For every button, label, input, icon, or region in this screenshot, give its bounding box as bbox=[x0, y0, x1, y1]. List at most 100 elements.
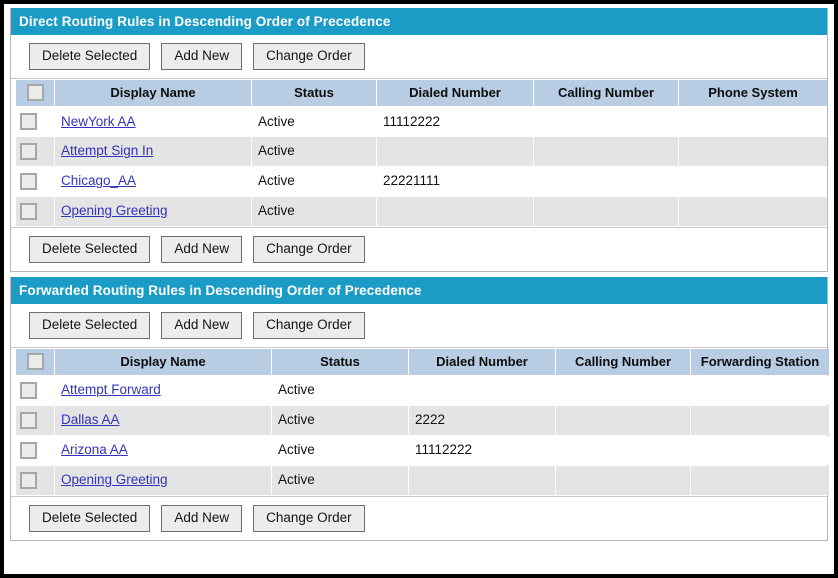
cell-display-name: Opening Greeting bbox=[55, 197, 251, 226]
cell-dialed-number: 11112222 bbox=[409, 436, 555, 465]
add-new-button-direct-bottom[interactable]: Add New bbox=[161, 236, 242, 263]
forwarded-rules-top-toolbar: Delete Selected Add New Change Order bbox=[11, 304, 827, 348]
cell-calling-number bbox=[534, 167, 678, 196]
row-checkbox[interactable] bbox=[20, 173, 37, 190]
cell-display-name: Opening Greeting bbox=[55, 466, 271, 495]
cell-display-name: Attempt Forward bbox=[55, 376, 271, 405]
cell-display-name: Chicago_AA bbox=[55, 167, 251, 196]
column-header-phone-system[interactable]: Phone System bbox=[679, 80, 827, 106]
column-header-forwarding-station[interactable]: Forwarding Station bbox=[691, 349, 829, 375]
row-checkbox[interactable] bbox=[20, 113, 37, 130]
cell-status: Active bbox=[272, 466, 408, 495]
column-header-display-name[interactable]: Display Name bbox=[55, 80, 251, 106]
cell-dialed-number: 2222 bbox=[409, 406, 555, 435]
row-select-cell bbox=[16, 466, 54, 495]
cell-status: Active bbox=[272, 406, 408, 435]
select-all-header bbox=[16, 80, 54, 106]
column-header-display-name[interactable]: Display Name bbox=[55, 349, 271, 375]
direct-routing-rules-panel: Direct Routing Rules in Descending Order… bbox=[10, 8, 828, 272]
row-checkbox[interactable] bbox=[20, 143, 37, 160]
cell-calling-number bbox=[556, 406, 690, 435]
row-select-cell bbox=[16, 376, 54, 405]
direct-rules-bottom-toolbar: Delete Selected Add New Change Order bbox=[11, 227, 827, 271]
direct-rules-top-toolbar: Delete Selected Add New Change Order bbox=[11, 35, 827, 79]
cell-status: Active bbox=[252, 197, 376, 226]
cell-phone-system bbox=[679, 197, 827, 226]
forwarded-rules-grid: Display Name Status Dialed Number Callin… bbox=[11, 348, 827, 496]
forwarded-routing-rules-panel: Forwarded Routing Rules in Descending Or… bbox=[10, 277, 828, 541]
table-row: Arizona AA Active 11112222 bbox=[16, 436, 829, 465]
row-checkbox[interactable] bbox=[20, 203, 37, 220]
table-row: Attempt Sign In Active bbox=[16, 137, 827, 166]
rule-link[interactable]: Chicago_AA bbox=[61, 173, 136, 188]
select-all-checkbox[interactable] bbox=[27, 84, 44, 101]
select-all-header bbox=[16, 349, 54, 375]
cell-dialed-number bbox=[409, 466, 555, 495]
table-row: Opening Greeting Active bbox=[16, 466, 829, 495]
cell-status: Active bbox=[252, 167, 376, 196]
cell-calling-number bbox=[556, 376, 690, 405]
row-select-cell bbox=[16, 167, 54, 196]
row-select-cell bbox=[16, 197, 54, 226]
change-order-button-direct-top[interactable]: Change Order bbox=[253, 43, 365, 70]
forwarded-routing-rules-title: Forwarded Routing Rules in Descending Or… bbox=[11, 277, 827, 304]
cell-display-name: Dallas AA bbox=[55, 406, 271, 435]
cell-dialed-number: 22221111 bbox=[377, 167, 533, 196]
rule-link[interactable]: Dallas AA bbox=[61, 412, 120, 427]
cell-phone-system bbox=[679, 167, 827, 196]
change-order-button-forwarded-top[interactable]: Change Order bbox=[253, 312, 365, 339]
row-checkbox[interactable] bbox=[20, 442, 37, 459]
column-header-calling-number[interactable]: Calling Number bbox=[556, 349, 690, 375]
column-header-status[interactable]: Status bbox=[272, 349, 408, 375]
change-order-button-direct-bottom[interactable]: Change Order bbox=[253, 236, 365, 263]
forwarded-rules-table: Display Name Status Dialed Number Callin… bbox=[15, 348, 830, 496]
cell-calling-number bbox=[534, 107, 678, 136]
rule-link[interactable]: NewYork AA bbox=[61, 114, 136, 129]
cell-phone-system bbox=[679, 137, 827, 166]
table-row: Chicago_AA Active 22221111 bbox=[16, 167, 827, 196]
delete-selected-button-direct-top[interactable]: Delete Selected bbox=[29, 43, 150, 70]
column-header-dialed-number[interactable]: Dialed Number bbox=[377, 80, 533, 106]
rule-link[interactable]: Opening Greeting bbox=[61, 472, 168, 487]
row-checkbox[interactable] bbox=[20, 472, 37, 489]
column-header-calling-number[interactable]: Calling Number bbox=[534, 80, 678, 106]
table-row: NewYork AA Active 11112222 bbox=[16, 107, 827, 136]
forwarded-rules-bottom-toolbar: Delete Selected Add New Change Order bbox=[11, 496, 827, 540]
table-row: Dallas AA Active 2222 bbox=[16, 406, 829, 435]
column-header-dialed-number[interactable]: Dialed Number bbox=[409, 349, 555, 375]
delete-selected-button-forwarded-top[interactable]: Delete Selected bbox=[29, 312, 150, 339]
row-select-cell bbox=[16, 436, 54, 465]
cell-forwarding-station bbox=[691, 376, 829, 405]
cell-calling-number bbox=[556, 466, 690, 495]
cell-dialed-number bbox=[409, 376, 555, 405]
cell-status: Active bbox=[272, 436, 408, 465]
cell-display-name: Arizona AA bbox=[55, 436, 271, 465]
cell-calling-number bbox=[534, 137, 678, 166]
rule-link[interactable]: Attempt Sign In bbox=[61, 143, 153, 158]
cell-forwarding-station bbox=[691, 436, 829, 465]
row-checkbox[interactable] bbox=[20, 382, 37, 399]
rule-link[interactable]: Arizona AA bbox=[61, 442, 128, 457]
delete-selected-button-direct-bottom[interactable]: Delete Selected bbox=[29, 236, 150, 263]
row-checkbox[interactable] bbox=[20, 412, 37, 429]
direct-rules-grid: Display Name Status Dialed Number Callin… bbox=[11, 79, 827, 227]
column-header-status[interactable]: Status bbox=[252, 80, 376, 106]
add-new-button-forwarded-bottom[interactable]: Add New bbox=[161, 505, 242, 532]
delete-selected-button-forwarded-bottom[interactable]: Delete Selected bbox=[29, 505, 150, 532]
rule-link[interactable]: Attempt Forward bbox=[61, 382, 161, 397]
direct-routing-rules-title: Direct Routing Rules in Descending Order… bbox=[11, 8, 827, 35]
row-select-cell bbox=[16, 406, 54, 435]
add-new-button-forwarded-top[interactable]: Add New bbox=[161, 312, 242, 339]
select-all-checkbox[interactable] bbox=[27, 353, 44, 370]
cell-status: Active bbox=[252, 107, 376, 136]
cell-dialed-number: 11112222 bbox=[377, 107, 533, 136]
change-order-button-forwarded-bottom[interactable]: Change Order bbox=[253, 505, 365, 532]
add-new-button-direct-top[interactable]: Add New bbox=[161, 43, 242, 70]
cell-forwarding-station bbox=[691, 466, 829, 495]
rule-link[interactable]: Opening Greeting bbox=[61, 203, 168, 218]
table-header-row: Display Name Status Dialed Number Callin… bbox=[16, 80, 827, 106]
cell-calling-number bbox=[534, 197, 678, 226]
row-select-cell bbox=[16, 107, 54, 136]
cell-status: Active bbox=[272, 376, 408, 405]
cell-phone-system bbox=[679, 107, 827, 136]
